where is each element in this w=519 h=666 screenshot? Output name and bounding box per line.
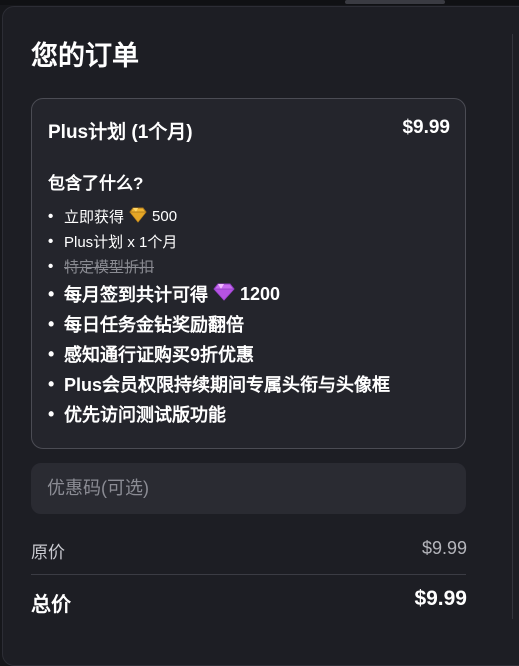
promo-code-input[interactable] [31, 463, 466, 514]
panel-right-divider [512, 34, 513, 619]
feature-text: 优先访问测试版功能 [64, 405, 226, 425]
purple-diamond-icon [213, 283, 235, 306]
feature-item-beta-access: • 优先访问测试版功能 [48, 399, 390, 429]
feature-item-monthly-checkin: • 每月签到共计可得 1200 [48, 279, 390, 309]
includes-heading: 包含了什么? [48, 174, 144, 193]
plan-card: Plus计划 (1个月) $9.99 包含了什么? • 立即获得 500 • P… [31, 98, 466, 449]
order-title: 您的订单 [31, 41, 139, 71]
bullet: • [48, 403, 55, 424]
feature-amount: 500 [152, 208, 178, 225]
feature-text: Plus会员权限持续期间专属头衔与头像框 [64, 375, 391, 395]
divider [31, 574, 466, 575]
feature-item-exclusive-title: • Plus会员权限持续期间专属头衔与头像框 [48, 369, 390, 399]
bullet: • [48, 208, 54, 225]
feature-text: 特定模型折扣 [64, 259, 155, 276]
bullet: • [48, 283, 55, 304]
bullet: • [48, 373, 55, 394]
feature-item-instant-diamonds: • 立即获得 500 [48, 204, 390, 229]
bullet: • [48, 233, 54, 250]
total-price-label: 总价 [31, 594, 71, 616]
feature-item-model-discount: • 特定模型折扣 [48, 254, 390, 279]
original-price-value: $9.99 [421, 538, 467, 558]
bullet: • [48, 313, 55, 334]
feature-item-daily-tasks: • 每日任务金钻奖励翻倍 [48, 309, 390, 339]
feature-text: 每日任务金钻奖励翻倍 [64, 315, 244, 335]
bullet: • [48, 258, 54, 275]
feature-text: 立即获得 [64, 209, 125, 226]
feature-item-pass-discount: • 感知通行证购买9折优惠 [48, 339, 390, 369]
feature-list: • 立即获得 500 • Plus计划 x 1个月 • 特定模型折扣 • 每月签… [48, 204, 390, 429]
plan-name: Plus计划 (1个月) [48, 122, 193, 143]
top-edge-highlight [345, 0, 445, 4]
gold-diamond-icon [129, 207, 147, 227]
total-price-value: $9.99 [414, 587, 467, 610]
original-price-label: 原价 [31, 543, 65, 562]
feature-item-plus-plan: • Plus计划 x 1个月 [48, 229, 390, 254]
top-edge-strip [0, 0, 519, 5]
plan-price: $9.99 [402, 117, 450, 138]
feature-text: Plus计划 x 1个月 [64, 234, 178, 251]
feature-text: 感知通行证购买9折优惠 [64, 345, 255, 365]
feature-amount: 1200 [240, 283, 281, 304]
feature-text: 每月签到共计可得 [64, 285, 208, 305]
bullet: • [48, 343, 55, 364]
